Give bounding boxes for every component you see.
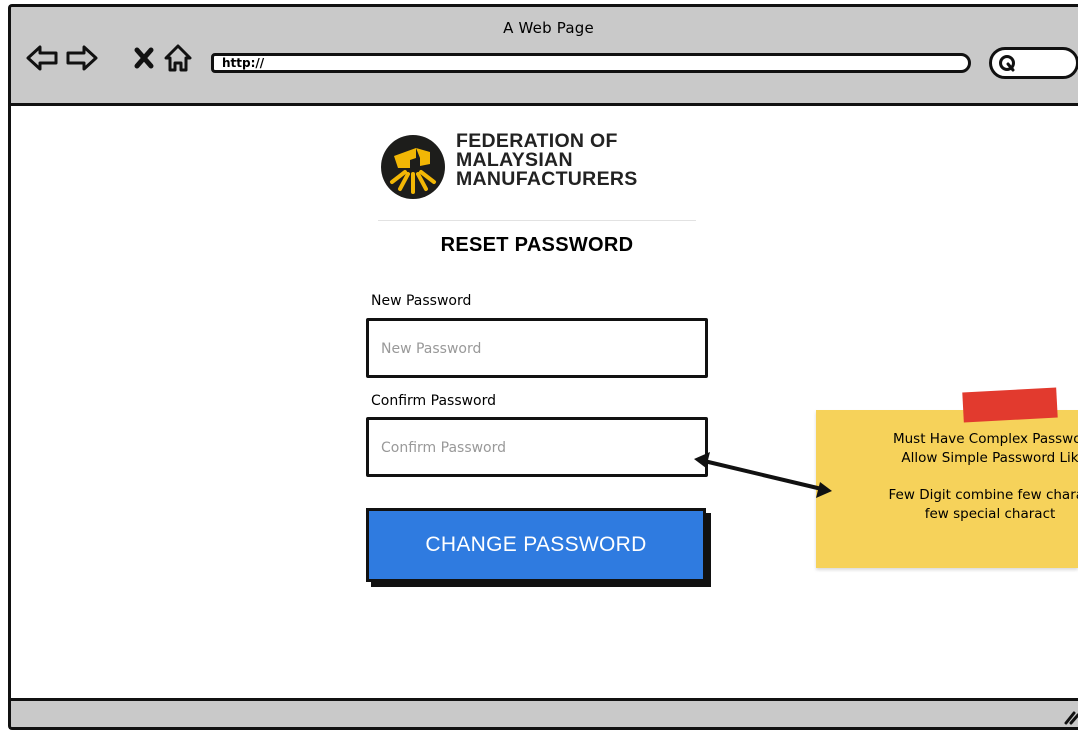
back-arrow-icon[interactable] xyxy=(25,41,59,75)
confirm-password-input[interactable] xyxy=(379,420,703,476)
search-icon xyxy=(999,55,1015,72)
page-title: RESET PASSWORD xyxy=(440,234,634,256)
browser-toolbar: A Web Page http:// xyxy=(11,7,1078,106)
new-password-label: New Password xyxy=(371,293,472,309)
new-password-field-box xyxy=(366,318,708,378)
home-icon[interactable] xyxy=(161,41,195,75)
status-bar xyxy=(11,698,1078,727)
sticky-note-text: Must Have Complex Passwor Allow Simple P… xyxy=(840,430,1078,524)
note-line: Few Digit combine few charac xyxy=(888,487,1078,503)
new-password-input[interactable] xyxy=(379,321,703,377)
header-divider xyxy=(378,220,696,221)
note-line: few special charact xyxy=(924,506,1056,522)
sticky-note-tape xyxy=(962,387,1058,423)
logo-wordmark: FEDERATION OF MALAYSIAN MANUFACTURERS xyxy=(456,131,638,190)
note-line: Allow Simple Password Lik xyxy=(901,450,1078,466)
close-icon[interactable] xyxy=(127,41,161,75)
search-field[interactable] xyxy=(989,47,1078,79)
confirm-password-field-box xyxy=(366,417,708,477)
fmm-logo: FEDERATION OF MALAYSIAN MANUFACTURERS xyxy=(380,131,680,204)
fmm-emblem-icon xyxy=(381,135,445,199)
resize-grip-icon[interactable] xyxy=(1062,707,1078,725)
double-arrow-connector xyxy=(694,452,832,498)
change-password-button[interactable]: CHANGE PASSWORD xyxy=(366,508,706,582)
logo-line-3: MANUFACTURERS xyxy=(456,168,638,190)
note-line: Must Have Complex Passwor xyxy=(892,431,1078,447)
forward-arrow-icon[interactable] xyxy=(65,41,99,75)
address-text: http:// xyxy=(222,56,265,70)
confirm-password-label: Confirm Password xyxy=(371,393,497,409)
window-title: A Web Page xyxy=(503,19,594,37)
sticky-note: Must Have Complex Passwor Allow Simple P… xyxy=(816,410,1078,568)
address-bar[interactable]: http:// xyxy=(211,53,971,73)
